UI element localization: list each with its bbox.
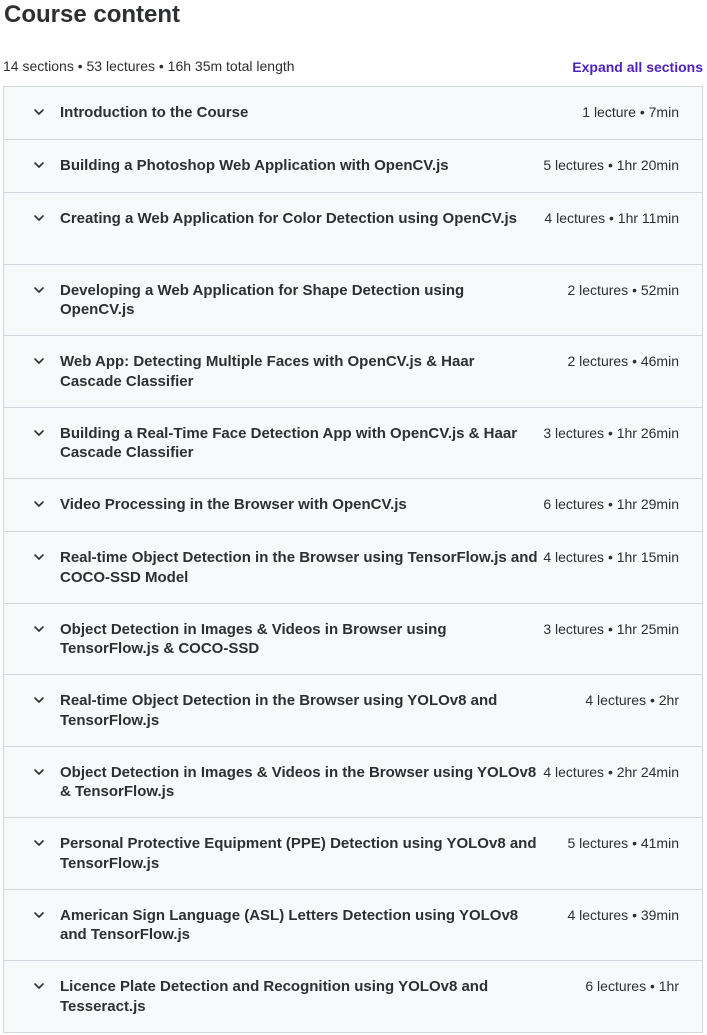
section-meta: 6 lectures • 1hr	[585, 978, 679, 994]
section-item[interactable]: Licence Plate Detection and Recognition …	[4, 961, 702, 1033]
chevron-down-icon	[32, 550, 46, 564]
section-list: Introduction to the Course 1 lecture • 7…	[3, 86, 703, 1033]
section-item[interactable]: Developing a Web Application for Shape D…	[4, 264, 702, 336]
section-title: Real-time Object Detection in the Browse…	[60, 692, 498, 729]
section-item[interactable]: Building a Photoshop Web Application wit…	[4, 140, 702, 193]
section-title: Building a Real-Time Face Detection App …	[60, 424, 518, 462]
section-item[interactable]: Building a Real-Time Face Detection App …	[4, 407, 702, 479]
section-title: Object Detection in Images & Videos in t…	[60, 763, 537, 801]
chevron-down-icon	[32, 354, 46, 368]
chevron-down-icon	[32, 105, 46, 119]
section-title: Personal Protective Equipment (PPE) Dete…	[60, 835, 537, 872]
chevron-down-icon	[32, 158, 46, 172]
section-meta: 2 lectures • 46min	[567, 353, 679, 369]
section-title: Licence Plate Detection and Recognition …	[60, 978, 489, 1015]
chevron-down-icon	[32, 908, 46, 922]
expand-all-sections-button[interactable]: Expand all sections	[572, 57, 703, 77]
section-item[interactable]: Real-time Object Detection in the Browse…	[4, 532, 702, 604]
section-meta: 1 lecture • 7min	[582, 104, 679, 120]
section-item[interactable]: Real-time Object Detection in the Browse…	[4, 675, 702, 747]
section-meta: 4 lectures • 1hr 15min	[543, 549, 679, 565]
course-summary: 14 sections • 53 lectures • 16h 35m tota…	[3, 58, 295, 74]
chevron-down-icon	[32, 979, 46, 993]
section-title: American Sign Language (ASL) Letters Det…	[60, 906, 519, 944]
section-item[interactable]: Personal Protective Equipment (PPE) Dete…	[4, 818, 702, 890]
section-title: Creating a Web Application for Color Det…	[60, 210, 517, 227]
chevron-down-icon	[32, 283, 46, 297]
section-title: Video Processing in the Browser with Ope…	[60, 496, 407, 513]
section-meta: 5 lectures • 1hr 20min	[543, 157, 679, 173]
section-meta: 4 lectures • 2hr 24min	[543, 763, 679, 780]
chevron-down-icon	[32, 426, 46, 440]
section-meta: 6 lectures • 1hr 29min	[543, 496, 679, 512]
section-item[interactable]: Object Detection in Images & Videos in B…	[4, 603, 702, 675]
section-item[interactable]: Creating a Web Application for Color Det…	[4, 193, 702, 265]
section-meta: 4 lectures • 2hr	[585, 692, 679, 708]
chevron-down-icon	[32, 497, 46, 511]
section-item[interactable]: Introduction to the Course 1 lecture • 7…	[4, 87, 702, 140]
chevron-down-icon	[32, 693, 46, 707]
section-item[interactable]: Web App: Detecting Multiple Faces with O…	[4, 336, 702, 408]
chevron-down-icon	[32, 622, 46, 636]
section-item[interactable]: Video Processing in the Browser with Ope…	[4, 479, 702, 532]
section-meta: 3 lectures • 1hr 26min	[543, 424, 679, 441]
section-item[interactable]: American Sign Language (ASL) Letters Det…	[4, 889, 702, 961]
summary-row: 14 sections • 53 lectures • 16h 35m tota…	[0, 56, 703, 76]
section-title: Real-time Object Detection in the Browse…	[60, 549, 538, 586]
section-meta: 4 lectures • 39min	[567, 906, 679, 923]
page-title: Course content	[4, 1, 181, 28]
section-meta: 5 lectures • 41min	[567, 835, 679, 851]
section-title: Web App: Detecting Multiple Faces with O…	[60, 353, 475, 390]
section-title: Introduction to the Course	[60, 104, 249, 121]
section-item[interactable]: Object Detection in Images & Videos in t…	[4, 746, 702, 818]
chevron-down-icon	[32, 211, 46, 225]
section-title: Building a Photoshop Web Application wit…	[60, 157, 449, 174]
section-meta: 4 lectures • 1hr 11min	[544, 210, 679, 226]
section-meta: 3 lectures • 1hr 25min	[543, 620, 679, 637]
section-meta: 2 lectures • 52min	[567, 281, 679, 298]
chevron-down-icon	[32, 765, 46, 779]
section-title: Object Detection in Images & Videos in B…	[60, 620, 447, 658]
section-title: Developing a Web Application for Shape D…	[60, 281, 465, 319]
chevron-down-icon	[32, 836, 46, 850]
